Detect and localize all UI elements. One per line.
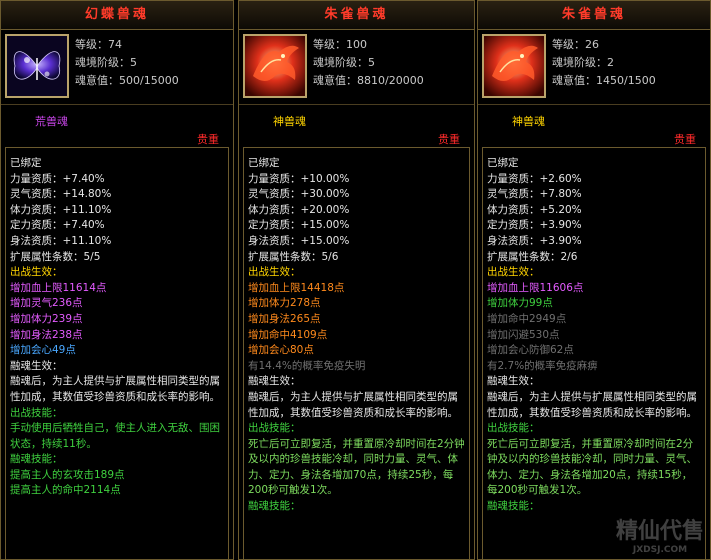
item-stats: 等级：26 魂境阶级：2 魂意值：1450/1500 xyxy=(552,36,656,90)
item-stats: 等级：100 魂境阶级：5 魂意值：8810/20000 xyxy=(313,36,424,90)
skill-desc: 死亡后可立即复活，并重置原冷却时间在2分钟及以内的珍兽技能冷却，同时力量、灵气、… xyxy=(248,437,465,497)
battle-effect: 增加会心80点 xyxy=(248,344,314,357)
vermilion-bird-soul-icon[interactable] xyxy=(482,34,546,98)
battle-effect: 增加体力278点 xyxy=(248,297,321,310)
bound-status: 已绑定 xyxy=(248,157,280,169)
item-stats: 等级：74 魂境阶级：5 魂意值：500/15000 xyxy=(75,36,179,90)
soul-panel-2: 朱雀兽魂 等级：100 魂境阶级：5 魂意值：8810/20000 神兽魂 贵重… xyxy=(238,0,475,560)
detail-box: 已绑定 力量资质：+2.60% 灵气资质：+7.80% 体力资质：+5.20% … xyxy=(482,147,706,559)
attr-row: 定力资质：+15.00% xyxy=(248,219,350,232)
attr-row: 身法资质：+15.00% xyxy=(248,234,350,247)
vermilion-bird-soul-icon[interactable] xyxy=(243,34,307,98)
attr-row: 力量资质：+10.00% xyxy=(248,172,350,185)
attr-row: 灵气资质：+30.00% xyxy=(248,188,350,201)
battle-effect: 有2.7%的概率免疫麻痹 xyxy=(487,359,598,372)
tier-text: 魂境阶级：5 xyxy=(75,56,137,69)
item-header: 等级：26 魂境阶级：2 魂意值：1450/1500 xyxy=(478,30,710,105)
type-row: 荒兽魂 贵重 xyxy=(1,105,233,149)
attr-row: 体力资质：+5.20% xyxy=(487,203,582,216)
tier-text: 魂境阶级：2 xyxy=(552,56,614,69)
attr-row: 灵气资质：+14.80% xyxy=(10,188,112,201)
attr-row: 力量资质：+2.60% xyxy=(487,172,582,185)
item-header: 等级：74 魂境阶级：5 魂意值：500/15000 xyxy=(1,30,233,105)
battle-effect: 增加会心49点 xyxy=(10,344,76,357)
attr-row: 身法资质：+3.90% xyxy=(487,234,582,247)
type-row: 神兽魂 贵重 xyxy=(478,105,710,149)
battle-title: 出战生效： xyxy=(487,266,540,279)
soul-value-text: 魂意值：8810/20000 xyxy=(313,74,424,87)
skill-title: 出战技能： xyxy=(10,406,63,419)
rarity-label: 贵重 xyxy=(674,133,696,146)
attr-row: 定力资质：+7.40% xyxy=(10,219,105,232)
fuse-title: 融魂生效： xyxy=(248,375,301,388)
skill-title: 出战技能： xyxy=(487,422,540,435)
rarity-label: 贵重 xyxy=(197,133,219,146)
skill-title: 出战技能： xyxy=(248,422,301,435)
attr-row: 体力资质：+11.10% xyxy=(10,203,112,216)
battle-title: 出战生效： xyxy=(248,266,301,279)
ext-count: 扩展属性条数：2/6 xyxy=(487,250,578,263)
attr-row: 力量资质：+7.40% xyxy=(10,172,105,185)
panel-title: 朱雀兽魂 xyxy=(478,1,710,30)
type-row: 神兽魂 贵重 xyxy=(239,105,474,149)
level-text: 等级：100 xyxy=(313,38,367,51)
battle-effect: 增加命中2949点 xyxy=(487,312,567,325)
butterfly-soul-icon[interactable] xyxy=(5,34,69,98)
battle-effect: 增加体力239点 xyxy=(10,312,83,325)
watermark-text: 精仙代售 xyxy=(615,519,704,544)
fuse-skill-title: 融魂技能： xyxy=(10,453,63,466)
panel-title: 幻蝶兽魂 xyxy=(1,1,233,30)
watermark-logo: 精仙代售 JXDSJ.COM xyxy=(616,513,704,555)
detail-box: 已绑定 力量资质：+10.00% 灵气资质：+30.00% 体力资质：+20.0… xyxy=(243,147,470,559)
tier-text: 魂境阶级：5 xyxy=(313,56,375,69)
battle-effect: 增加血上限11614点 xyxy=(10,281,107,294)
battle-effect: 增加闪避530点 xyxy=(487,328,560,341)
fuse-desc: 融魂后，为主人提供与扩展属性相同类型的属性加成，其数值受珍兽资质和成长率的影响。 xyxy=(487,390,697,419)
soul-panel-3: 朱雀兽魂 等级：26 魂境阶级：2 魂意值：1450/1500 神兽魂 贵重 已… xyxy=(477,0,711,560)
ext-count: 扩展属性条数：5/5 xyxy=(10,250,101,263)
bound-status: 已绑定 xyxy=(10,157,42,169)
fuse-title: 融魂生效： xyxy=(487,375,540,388)
battle-effect: 增加身法265点 xyxy=(248,312,321,325)
battle-title: 出战生效： xyxy=(10,266,63,279)
battle-effect: 增加血上限11606点 xyxy=(487,281,584,294)
level-text: 等级：26 xyxy=(552,38,599,51)
battle-effect: 增加命中4109点 xyxy=(248,328,328,341)
soul-value-text: 魂意值：1450/1500 xyxy=(552,74,656,87)
battle-effect: 增加灵气236点 xyxy=(10,297,83,310)
soul-type-label: 荒兽魂 xyxy=(35,115,68,128)
detail-box: 已绑定 力量资质：+7.40% 灵气资质：+14.80% 体力资质：+11.10… xyxy=(5,147,229,559)
attr-row: 定力资质：+3.90% xyxy=(487,219,582,232)
fuse-desc: 融魂后，为主人提供与扩展属性相同类型的属性加成，其数值受珍兽资质和成长率的影响。 xyxy=(248,390,458,419)
fuse-skill: 提高主人的命中2114点 xyxy=(10,484,121,497)
attr-row: 体力资质：+20.00% xyxy=(248,203,350,216)
watermark-sub: JXDSJ.COM xyxy=(632,545,688,555)
item-header: 等级：100 魂境阶级：5 魂意值：8810/20000 xyxy=(239,30,474,105)
attr-row: 灵气资质：+7.80% xyxy=(487,188,582,201)
panel-title: 朱雀兽魂 xyxy=(239,1,474,30)
attr-row: 身法资质：+11.10% xyxy=(10,234,112,247)
ext-count: 扩展属性条数：5/6 xyxy=(248,250,339,263)
soul-type-label: 神兽魂 xyxy=(512,115,545,128)
bound-status: 已绑定 xyxy=(487,157,519,169)
level-text: 等级：74 xyxy=(75,38,122,51)
soul-value-text: 魂意值：500/15000 xyxy=(75,74,179,87)
fuse-skill: 提高主人的玄攻击189点 xyxy=(10,468,125,481)
fuse-title: 融魂生效： xyxy=(10,359,63,372)
battle-effect: 增加身法238点 xyxy=(10,328,83,341)
battle-effect: 增加血上限14418点 xyxy=(248,281,345,294)
battle-effect: 有14.4%的概率免疫失明 xyxy=(248,359,366,372)
soul-panel-1: 幻蝶兽魂 等级：74 魂境阶级：5 魂意值：500/15000 荒兽魂 贵重 已… xyxy=(0,0,234,560)
battle-effect: 增加会心防御62点 xyxy=(487,344,574,357)
battle-effect: 增加体力99点 xyxy=(487,297,553,310)
skill-desc: 手动使用后牺牲自己，使主人进入无敌、围困状态，持续11秒。 xyxy=(10,422,220,450)
soul-type-label: 神兽魂 xyxy=(273,115,306,128)
fuse-skill-title: 融魂技能： xyxy=(248,500,301,513)
skill-desc: 死亡后可立即复活，并重置原冷却时间在2分钟及以内的珍兽技能冷却，同时力量、灵气、… xyxy=(487,437,697,497)
fuse-desc: 融魂后，为主人提供与扩展属性相同类型的属性加成，其数值受珍兽资质和成长率的影响。 xyxy=(10,375,220,403)
rarity-label: 贵重 xyxy=(438,133,460,146)
